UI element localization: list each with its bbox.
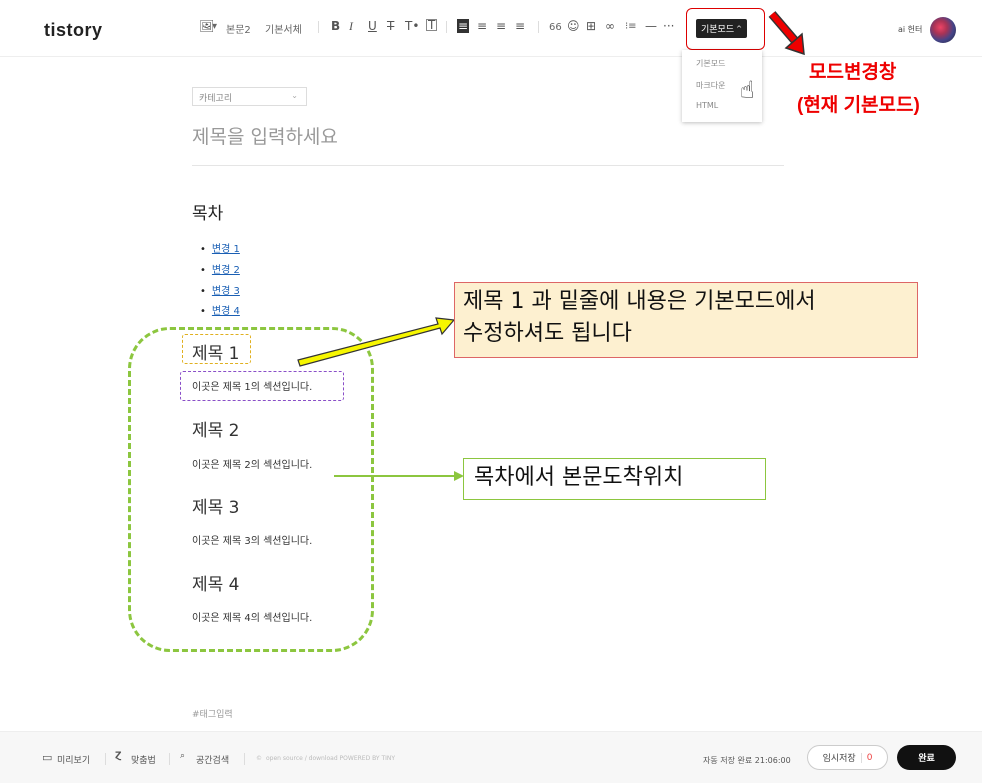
preview-button[interactable]: 미리보기: [57, 753, 90, 766]
toc-target-note: 목차에서 본문도착위치: [463, 458, 766, 500]
mode-option-html[interactable]: HTML: [696, 101, 718, 110]
mode-option-markdown[interactable]: 마크다운: [696, 80, 725, 91]
current-mode-label: (현재 기본모드): [797, 95, 920, 116]
section-heading-3[interactable]: 제목 3: [192, 493, 240, 518]
emoji-icon[interactable]: ☺: [567, 19, 580, 33]
section-heading-2[interactable]: 제목 2: [192, 416, 240, 441]
underline-button[interactable]: U: [368, 19, 377, 33]
title-input[interactable]: 제목을 입력하세요: [192, 122, 338, 149]
bottom-divider: [105, 753, 106, 765]
mode-change-label: 모드변경창: [809, 62, 897, 83]
search-icon: ⌕: [180, 751, 186, 761]
yellow-arrow-icon: [297, 317, 456, 367]
toc-item: • 변경 4: [200, 306, 240, 317]
chevron-down-icon: ▾: [212, 21, 218, 32]
align-right-icon[interactable]: ≡: [496, 19, 506, 33]
category-label: 카테고리: [199, 94, 233, 104]
spellcheck-icon: Ɀ: [115, 751, 122, 761]
category-select[interactable]: 카테고리 ⌄: [192, 87, 307, 106]
note-line-2: 수정하셔도 됩니다: [463, 321, 632, 346]
bottom-divider: [169, 753, 170, 765]
note-line-1: 제목 1 과 밑줄에 내용은 기본모드에서: [463, 289, 816, 314]
bottom-divider: [244, 753, 245, 765]
list-icon[interactable]: ⁝≡: [625, 21, 637, 32]
chevron-down-icon: ⌄: [291, 91, 298, 100]
temp-save-count: 0: [860, 752, 872, 763]
text-background-button[interactable]: T: [426, 19, 438, 31]
toc-link-2[interactable]: 변경 2: [212, 265, 240, 276]
copyright-icon: ©: [256, 755, 262, 762]
spellcheck-button[interactable]: 맞춤법: [131, 753, 156, 766]
toc-link-1[interactable]: 변경 1: [212, 244, 240, 255]
temp-save-button[interactable]: 임시저장 0: [807, 745, 888, 770]
space-search-button[interactable]: 공간검색: [196, 753, 229, 766]
hand-cursor-icon: ☝: [740, 76, 755, 104]
align-left-icon[interactable]: ≡: [457, 19, 470, 33]
section-heading-1[interactable]: 제목 1: [192, 339, 240, 364]
green-arrow-icon: [334, 471, 464, 481]
italic-button[interactable]: I: [349, 19, 353, 34]
tistory-logo[interactable]: tistory: [44, 20, 103, 41]
section-body-1[interactable]: 이곳은 제목 1의 섹션입니다.: [192, 378, 312, 393]
section-body-4[interactable]: 이곳은 제목 4의 섹션입니다.: [192, 609, 312, 624]
toolbar-divider: [446, 21, 447, 33]
quote-icon[interactable]: 66: [549, 22, 562, 33]
monitor-icon: ▭: [42, 751, 53, 764]
divider-line-icon[interactable]: —: [645, 19, 657, 33]
avatar[interactable]: [930, 17, 956, 43]
toc-item: • 변경 2: [200, 265, 240, 276]
section-body-3[interactable]: 이곳은 제목 3의 섹션입니다.: [192, 532, 312, 547]
tag-input[interactable]: #태그입력: [192, 707, 233, 720]
style-select[interactable]: 본문2: [226, 21, 251, 36]
mode-option-basic[interactable]: 기본모드: [696, 58, 725, 69]
autosave-status: 자동 저장 완료 21:06:00: [703, 756, 791, 765]
heading-edit-note: 제목 1 과 밑줄에 내용은 기본모드에서 수정하셔도 됩니다: [454, 282, 918, 358]
font-select[interactable]: 기본서체: [265, 21, 302, 36]
toolbar-divider: [538, 21, 539, 33]
editor-toolbar: [0, 0, 982, 57]
align-center-icon[interactable]: ≡: [477, 19, 487, 33]
toc-item: • 변경 3: [200, 286, 240, 297]
mode-highlight-box: [686, 8, 765, 50]
table-icon[interactable]: ⊞: [586, 19, 596, 33]
powered-by-text: open source / download POWERED BY TINY: [266, 755, 396, 762]
toc-link-4[interactable]: 변경 4: [212, 306, 240, 317]
publish-button[interactable]: 완료: [897, 745, 956, 770]
username[interactable]: ai 헌터: [898, 24, 922, 35]
link-icon[interactable]: ∞: [605, 19, 615, 33]
toc-item: • 변경 1: [200, 244, 240, 255]
temp-save-label: 임시저장: [822, 754, 856, 764]
title-divider: [192, 165, 784, 166]
text-color-button[interactable]: T•: [405, 19, 419, 33]
toc-link-3[interactable]: 변경 3: [212, 286, 240, 297]
strikethrough-button[interactable]: T: [387, 19, 394, 33]
section-heading-4[interactable]: 제목 4: [192, 570, 240, 595]
more-icon[interactable]: ···: [663, 19, 674, 33]
align-justify-icon[interactable]: ≡: [515, 19, 525, 33]
section-body-2[interactable]: 이곳은 제목 2의 섹션입니다.: [192, 456, 312, 471]
bold-button[interactable]: B: [331, 19, 340, 33]
toc-title: 목차: [192, 204, 224, 224]
toolbar-divider: [318, 21, 319, 33]
red-arrow-icon: [768, 11, 805, 56]
